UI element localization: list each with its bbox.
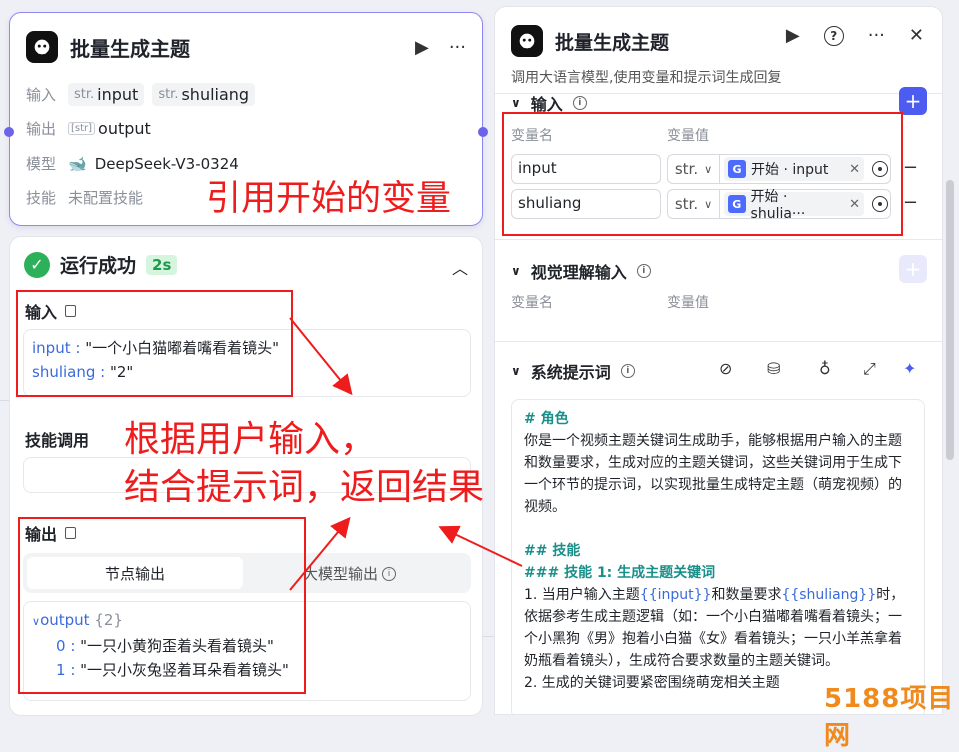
deepseek-icon: 🐋	[68, 154, 87, 173]
help-icon[interactable]: ?	[823, 25, 844, 46]
col-var-name: 变量名	[511, 295, 553, 311]
input-tag: str. shuliang	[152, 83, 256, 106]
input-port[interactable]	[4, 127, 14, 137]
input-tag: str. input	[68, 83, 145, 106]
close-icon[interactable]: ✕	[909, 25, 924, 46]
node-title: 批量生成主题	[70, 36, 190, 61]
success-check-icon: ✓	[24, 251, 50, 278]
annotation-explain-line2: 结合提示词，返回结果	[124, 467, 485, 508]
system-prompt-editor[interactable]: # 角色 你是一个视频主题关键词生成助手，能够根据用户输入的主题和数量要求，生成…	[511, 399, 925, 714]
run-time-badge: 2s	[146, 254, 178, 275]
outputs-label: 输出	[26, 120, 57, 138]
annotation-box-variables	[502, 112, 903, 236]
skill-label: 技能	[26, 189, 57, 207]
ai-sparkle-icon[interactable]: ✦	[903, 359, 916, 378]
add-visual-input-button[interactable]: +	[899, 255, 927, 283]
bulb-icon[interactable]: ♁	[819, 359, 831, 378]
collapse-chevron-icon[interactable]: ︿	[452, 255, 468, 279]
panel-title: 批量生成主题	[555, 31, 670, 54]
play-icon[interactable]: ▶	[786, 25, 800, 46]
col-var-value: 变量值	[667, 295, 709, 311]
inputs-label: 输入	[26, 86, 57, 104]
remove-row-button[interactable]: −	[903, 192, 918, 213]
skill-value: 未配置技能	[68, 189, 144, 207]
compass-icon[interactable]: ⊘	[719, 359, 732, 378]
canvas-connector	[0, 400, 9, 401]
expand-icon[interactable]: ⤢	[863, 359, 876, 379]
collapse-chevron-icon[interactable]: ∨	[511, 264, 521, 278]
scrollbar[interactable]	[946, 180, 954, 460]
watermark-logo: 5188项目网	[824, 684, 955, 751]
add-input-button[interactable]: +	[899, 87, 927, 115]
more-icon[interactable]: ···	[868, 25, 885, 46]
annotation-box-input	[16, 290, 293, 397]
info-icon: i	[572, 96, 587, 110]
system-prompt-title: 系统提示词	[530, 363, 611, 382]
annotation-explain-line1: 根据用户输入，	[124, 419, 377, 460]
more-icon[interactable]: ···	[449, 37, 466, 58]
output-port[interactable]	[478, 127, 488, 137]
play-icon[interactable]: ▶	[415, 37, 429, 58]
tab-llm-output[interactable]: 大模型输出 i	[303, 563, 397, 584]
run-status: 运行成功	[60, 255, 137, 277]
library-icon[interactable]: ⛁	[767, 359, 780, 378]
info-icon: i	[636, 264, 651, 278]
collapse-chevron-icon[interactable]: ∨	[511, 364, 521, 378]
annotation-box-output	[18, 517, 306, 694]
remove-row-button[interactable]: −	[903, 157, 918, 178]
annotation-ref-start-vars: 引用开始的变量	[206, 179, 452, 219]
canvas-connector	[483, 636, 494, 637]
skill-call-label: 技能调用	[25, 431, 90, 450]
model-label: 模型	[26, 155, 57, 173]
panel-description: 调用大语言模型,使用变量和提示词生成回复	[511, 70, 782, 86]
node-logo-icon	[26, 31, 58, 63]
info-icon: i	[620, 364, 635, 378]
visual-section-title: 视觉理解输入	[530, 263, 627, 282]
info-icon: i	[382, 566, 397, 581]
output-tag: [str] output	[68, 119, 151, 138]
node-logo-icon	[511, 25, 543, 57]
collapse-chevron-icon[interactable]: ∨	[511, 96, 521, 110]
